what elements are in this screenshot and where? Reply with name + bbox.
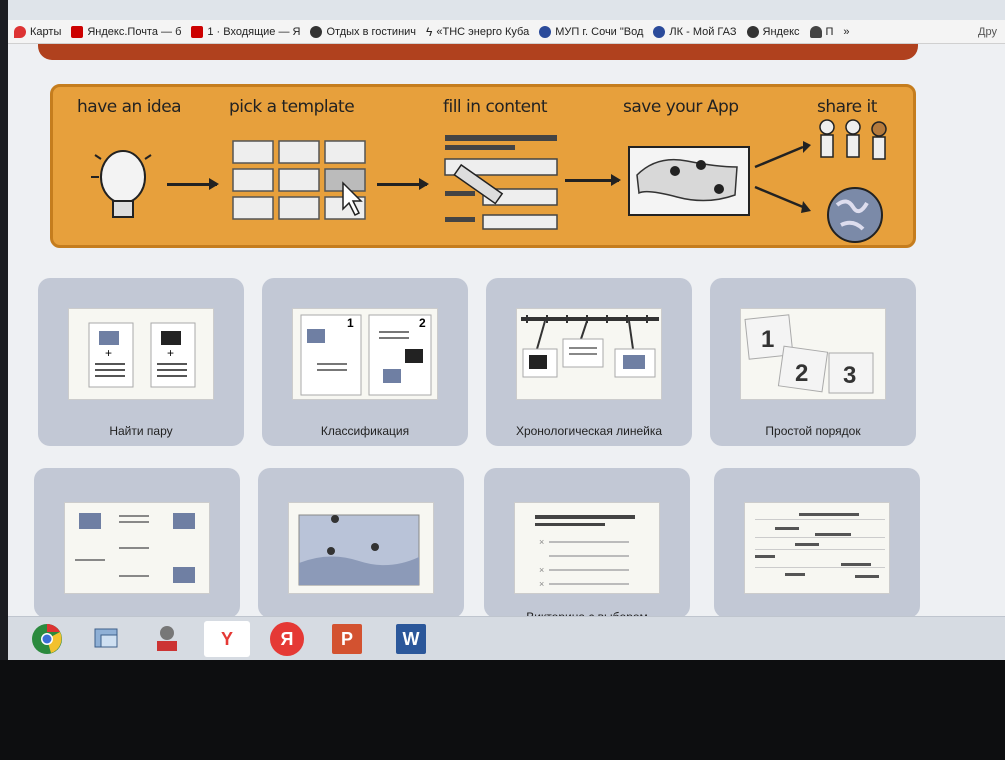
lightbulb-icon xyxy=(91,150,152,218)
monitor-bezel-bottom xyxy=(0,660,1005,760)
template-card-grid-match[interactable] xyxy=(34,468,240,618)
mail-icon xyxy=(191,25,204,38)
order-number: 1 xyxy=(761,326,774,353)
yandex-taskbar-icon[interactable]: Я xyxy=(264,621,310,657)
bookmark-hotel[interactable]: Отдых в гостинич xyxy=(310,25,416,38)
manager-taskbar-icon[interactable] xyxy=(144,621,190,657)
bookmarks-overflow-button[interactable]: » xyxy=(843,26,849,38)
gas-icon xyxy=(653,25,666,38)
template-label: Простой порядок xyxy=(765,424,861,438)
template-card-pair-match[interactable]: + + Найти пару xyxy=(38,278,244,446)
page-content: have an idea pick a template fill in con… xyxy=(8,44,1005,624)
form-fill-icon xyxy=(444,135,558,230)
cat-icon xyxy=(310,25,323,38)
arrow-icon xyxy=(565,174,621,186)
pair-match-icon: + + xyxy=(68,308,214,400)
step-share: share it xyxy=(817,97,877,117)
step-save-app: save your App xyxy=(623,97,739,117)
bookmark-moy-gaz[interactable]: ЛК - Мой ГАЗ xyxy=(653,25,737,38)
screen: Карты Яндекс.Почта — б 1 · Входящие — Я … xyxy=(8,0,1005,660)
arrow-icon xyxy=(377,178,429,190)
template-label: Классификация xyxy=(320,424,410,438)
cloze-text-icon xyxy=(744,502,890,594)
drop-icon xyxy=(539,25,552,38)
template-card-classification[interactable]: 1 2 Классификация xyxy=(262,278,468,446)
template-label: Хронологическая линейка xyxy=(515,424,663,438)
map-pin-icon xyxy=(14,25,26,38)
yandex-browser-taskbar-icon[interactable]: Y xyxy=(204,621,250,657)
powerpoint-taskbar-icon[interactable]: P xyxy=(324,621,370,657)
template-card-map-pins[interactable] xyxy=(258,468,464,618)
template-card-timeline[interactable]: Хронологическая линейка xyxy=(486,278,692,446)
windows-taskbar: Y Я P W xyxy=(8,616,1005,660)
yandex-icon xyxy=(746,25,759,38)
bookmarks-bar: Карты Яндекс.Почта — б 1 · Входящие — Я … xyxy=(8,20,1005,44)
bookmark-p[interactable]: П xyxy=(809,25,833,38)
bookmark-inbox[interactable]: 1 · Входящие — Я xyxy=(191,25,300,38)
bookmark-maps[interactable]: Карты xyxy=(14,25,61,38)
svg-text:×: × xyxy=(539,565,544,575)
tab-strip xyxy=(8,0,1005,20)
template-label: Найти пару xyxy=(109,424,173,438)
svg-text:×: × xyxy=(539,537,544,547)
classification-number: 2 xyxy=(419,316,426,330)
people-icon xyxy=(819,119,887,160)
template-card-quiz-choice[interactable]: ××× Викторина с выбором xyxy=(484,468,690,624)
map-pins-icon xyxy=(288,502,434,594)
mail-icon xyxy=(71,25,84,38)
classification-number: 1 xyxy=(347,316,354,330)
arrow-icon xyxy=(167,178,219,190)
svg-text:+: + xyxy=(105,346,112,360)
step-fill-content: fill in content xyxy=(443,97,548,117)
bookmark-tns-energo[interactable]: ϟ «ТНС энерго Куба xyxy=(426,25,529,39)
yandex-logo: Я xyxy=(270,622,304,656)
template-card-cloze-text[interactable] xyxy=(714,468,920,618)
chrome-taskbar-icon[interactable] xyxy=(24,621,70,657)
grid-match-icon xyxy=(64,502,210,594)
quiz-choice-icon: × × × xyxy=(514,502,660,594)
step-have-idea: have an idea xyxy=(77,97,182,117)
lightning-icon: ϟ xyxy=(426,24,433,39)
powerpoint-logo: P xyxy=(332,624,362,654)
network-tool-taskbar-icon[interactable] xyxy=(84,621,130,657)
word-logo: W xyxy=(396,624,426,654)
timeline-icon xyxy=(516,308,662,400)
bookmark-yandex[interactable]: Яндекс xyxy=(746,25,800,38)
map-app-icon xyxy=(628,146,750,216)
header-bar xyxy=(38,44,918,60)
how-it-works-banner: have an idea pick a template fill in con… xyxy=(50,84,916,248)
step-pick-template: pick a template xyxy=(229,97,355,117)
hat-icon xyxy=(809,25,822,38)
bookmark-mup-sochi[interactable]: МУП г. Сочи "Вод xyxy=(539,25,643,38)
svg-text:×: × xyxy=(539,579,544,589)
other-bookmarks-button[interactable]: Дру xyxy=(978,26,1005,38)
template-grid-icon xyxy=(232,140,366,220)
word-taskbar-icon[interactable]: W xyxy=(388,621,434,657)
order-number: 2 xyxy=(795,360,808,387)
svg-text:+: + xyxy=(167,346,174,360)
order-number: 3 xyxy=(843,362,856,389)
template-card-simple-order[interactable]: 1 2 3 Простой порядок xyxy=(710,278,916,446)
globe-icon xyxy=(827,187,883,243)
share-arrows-icon xyxy=(754,141,811,213)
bookmark-yandex-mail[interactable]: Яндекс.Почта — б xyxy=(71,25,181,38)
classification-icon: 1 2 xyxy=(292,308,438,400)
monitor-bezel-left xyxy=(0,0,8,760)
simple-order-icon: 1 2 3 xyxy=(740,308,886,400)
